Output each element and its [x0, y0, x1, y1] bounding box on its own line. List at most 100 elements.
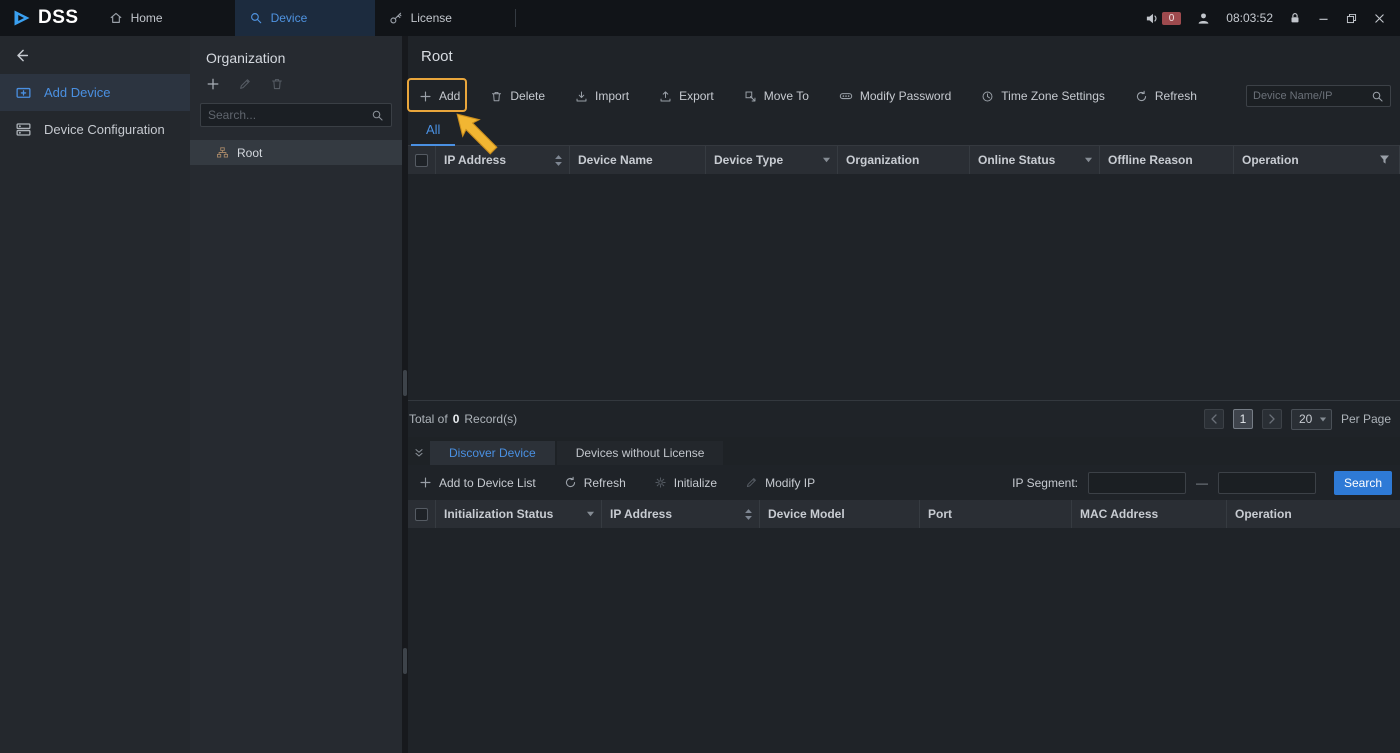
sidebar-item-add-device-label: Add Device [44, 85, 111, 100]
header-cell-organization: Organization [838, 146, 970, 174]
delete-button[interactable]: Delete [490, 89, 545, 103]
time-zone-settings-button[interactable]: Time Zone Settings [981, 89, 1105, 103]
ip-segment-start-input[interactable] [1088, 471, 1186, 494]
titlebar-tab-license-label: License [410, 11, 452, 25]
titlebar-tab-license[interactable]: License [375, 0, 515, 36]
org-search-icon[interactable] [371, 109, 384, 122]
tab-devices-without-license[interactable]: Devices without License [556, 441, 724, 465]
back-arrow-icon[interactable] [13, 47, 30, 64]
sort-icon[interactable] [744, 508, 753, 521]
edit-org-icon[interactable] [238, 77, 252, 91]
organization-search [200, 103, 392, 127]
scrollbar-thumb[interactable] [403, 370, 407, 396]
clock-icon [981, 90, 994, 103]
organization-search-input[interactable] [208, 108, 371, 122]
sort-icon[interactable] [554, 154, 563, 167]
header-cell-device-name: Device Name [570, 146, 706, 174]
refresh-icon [564, 476, 577, 489]
device-search [1246, 85, 1391, 107]
notification-group[interactable]: 0 [1145, 11, 1182, 26]
per-page-label: Per Page [1340, 412, 1391, 426]
restore-button[interactable] [1345, 12, 1358, 25]
collapse-panel-icon[interactable] [410, 447, 428, 465]
import-button-label: Import [595, 89, 630, 103]
header-cell-online-status: Online Status [970, 146, 1100, 174]
home-icon [109, 11, 123, 25]
close-button[interactable] [1373, 12, 1386, 25]
select-all-checkbox[interactable] [415, 153, 428, 167]
modify-password-button[interactable]: Modify Password [839, 89, 951, 103]
license-icon [389, 11, 403, 25]
current-page-button[interactable]: 1 [1232, 409, 1253, 429]
discover-toolbar: Add to Device List Refresh Initialize Mo… [402, 465, 1400, 500]
titlebar-separator [514, 9, 516, 27]
add-org-icon[interactable] [206, 77, 220, 91]
titlebar-tab-home[interactable]: Home [95, 0, 235, 36]
scrollbar-thumb[interactable] [403, 648, 407, 674]
total-suffix-label: Record(s) [464, 412, 518, 426]
plus-icon [419, 90, 432, 103]
move-to-button[interactable]: Move To [744, 89, 809, 103]
discover-select-all-checkbox[interactable] [415, 507, 428, 521]
minimize-button[interactable] [1317, 12, 1330, 25]
sidebar-item-device-configuration[interactable]: Device Configuration [0, 111, 190, 148]
import-button[interactable]: Import [575, 89, 629, 103]
lock-icon[interactable] [1288, 11, 1302, 25]
device-table-body [402, 174, 1400, 400]
modify-ip-button[interactable]: Modify IP [745, 476, 815, 490]
initialize-button[interactable]: Initialize [654, 476, 717, 490]
export-icon [659, 90, 672, 103]
filter-dropdown-icon[interactable] [586, 510, 595, 518]
page-size-select[interactable]: 20 [1290, 408, 1332, 430]
ip-search-button[interactable]: Search [1334, 470, 1392, 495]
ip-segment-group: IP Segment: — Search [1012, 470, 1392, 495]
page-size-value: 20 [1298, 412, 1313, 426]
add-to-device-list-button[interactable]: Add to Device List [419, 476, 536, 490]
add-to-device-list-label: Add to Device List [439, 475, 536, 490]
vertical-scrollbar[interactable] [402, 36, 408, 753]
tab-all[interactable]: All [411, 122, 456, 146]
refresh-button-label: Refresh [1154, 89, 1197, 103]
app-logo-text: DSS [38, 7, 79, 28]
delete-org-icon[interactable] [270, 77, 284, 91]
refresh-button[interactable]: Refresh [1135, 89, 1197, 103]
column-filter-icon[interactable] [1378, 153, 1391, 166]
titlebar-tab-home-label: Home [130, 11, 163, 25]
ip-range-separator: — [1196, 475, 1208, 490]
sidebar-item-device-configuration-label: Device Configuration [44, 122, 165, 137]
sidebar-item-add-device[interactable]: Add Device [0, 74, 190, 111]
move-to-button-label: Move To [763, 89, 809, 103]
device-model-header-label: Device Model [768, 507, 845, 521]
device-tab-row: All [402, 116, 1400, 146]
device-toolbar: Add Delete Import Export Move To Modify … [402, 76, 1400, 116]
add-button[interactable]: Add [419, 89, 460, 103]
refresh-icon [1135, 90, 1148, 103]
page-title: Root [421, 47, 453, 65]
export-button[interactable]: Export [659, 89, 714, 103]
header-cell-device-type: Device Type [706, 146, 838, 174]
header-cell-initialization-status: Initialization Status [436, 500, 602, 528]
filter-dropdown-icon[interactable] [822, 156, 831, 164]
body-row: Add Device Device Configuration Organiza… [0, 36, 1400, 753]
device-search-input[interactable] [1253, 90, 1371, 102]
header-cell-operation: Operation [1234, 146, 1400, 174]
titlebar: DSS Home Device License 0 08:03:52 [0, 0, 1400, 36]
ip-segment-end-input[interactable] [1218, 471, 1316, 494]
main-panel: Root Add Delete Import Export Move To Mo… [402, 36, 1400, 753]
discover-refresh-button[interactable]: Refresh [564, 476, 626, 490]
add-device-icon [15, 84, 32, 101]
user-icon[interactable] [1196, 11, 1211, 26]
filter-dropdown-icon[interactable] [1084, 156, 1093, 164]
initialize-label: Initialize [673, 475, 718, 490]
next-page-button[interactable] [1261, 409, 1282, 429]
device-search-icon[interactable] [1371, 90, 1384, 103]
offline-reason-header-label: Offline Reason [1108, 153, 1193, 167]
discover-refresh-label: Refresh [583, 475, 626, 490]
tab-discover-device[interactable]: Discover Device [430, 441, 555, 465]
titlebar-tab-device[interactable]: Device [234, 0, 375, 36]
org-tree-item-root[interactable]: Root [190, 140, 402, 165]
previous-page-button[interactable] [1203, 409, 1224, 429]
organization-header-label: Organization [846, 153, 920, 167]
header-cell-ip-address: IP Address [436, 146, 570, 174]
dss-application: DSS Home Device License 0 08:03:52 Add D… [0, 0, 1400, 753]
